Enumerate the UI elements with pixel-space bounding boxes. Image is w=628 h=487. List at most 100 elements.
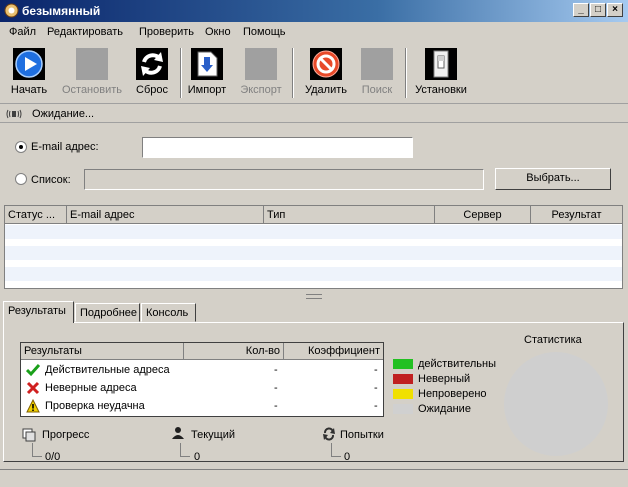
status-text: Ожидание...: [32, 108, 95, 120]
legend-swatch-invalid: [393, 374, 413, 384]
progress-value: 0/0: [45, 451, 61, 463]
table-row[interactable]: [5, 246, 622, 260]
bottom-status-bar: [0, 469, 628, 487]
stop-label: Остановить: [61, 84, 123, 96]
maximize-button[interactable]: □: [590, 3, 606, 17]
current-value: 0: [194, 451, 201, 463]
user-icon: [172, 427, 184, 439]
menu-bar: Файл Редактировать Проверить Окно Помощь: [0, 22, 628, 42]
legend-swatch-waiting: [393, 404, 413, 414]
legend-label-invalid: Неверный: [418, 373, 471, 385]
menu-window[interactable]: Окно: [205, 26, 231, 38]
title-bar[interactable]: безымянный _ □ ×: [0, 0, 628, 22]
summary-coefficient: -: [374, 364, 378, 376]
delete-button[interactable]: Удалить: [302, 46, 350, 100]
column-header-status[interactable]: Статус ...: [5, 206, 67, 224]
tab-details[interactable]: Подробнее: [75, 303, 140, 322]
no-entry-icon: [310, 48, 342, 80]
start-label: Начать: [10, 84, 48, 96]
minimize-button[interactable]: _: [573, 3, 589, 17]
progress-icon: [22, 428, 36, 442]
legend-swatch-valid: [393, 359, 413, 369]
tab-console[interactable]: Консоль: [141, 303, 196, 322]
settings-button[interactable]: Установки: [412, 46, 470, 100]
warning-icon: [26, 399, 40, 413]
column-header-server[interactable]: Сервер: [435, 206, 531, 224]
toolbar: Начать Остановить Сброс Импорт Экспорт У…: [0, 42, 628, 104]
table-row[interactable]: [5, 267, 622, 281]
summary-count: -: [274, 400, 278, 412]
reset-button[interactable]: Сброс: [130, 46, 174, 100]
menu-help[interactable]: Помощь: [243, 26, 286, 38]
list-label: Список:: [31, 174, 71, 186]
summary-count: -: [274, 382, 278, 394]
stop-icon: [76, 48, 108, 80]
reset-label: Сброс: [136, 84, 168, 96]
status-strip: Ожидание...: [0, 105, 628, 123]
import-label: Импорт: [187, 84, 227, 96]
legend-swatch-unchecked: [393, 389, 413, 399]
results-summary-table: Результаты Кол-во Коэффициент Действител…: [20, 342, 384, 417]
toolbar-separator: [180, 48, 182, 98]
column-header-email[interactable]: E-mail адрес: [67, 206, 264, 224]
attempts-value: 0: [344, 451, 351, 463]
summary-header-count: Кол-во: [184, 343, 284, 360]
window-title: безымянный: [22, 4, 101, 18]
menu-edit[interactable]: Редактировать: [47, 26, 123, 38]
import-icon: [191, 48, 223, 80]
delete-label: Удалить: [305, 84, 347, 96]
tree-connector: [331, 443, 341, 457]
current-label: Текущий: [191, 429, 235, 441]
summary-label: Неверные адреса: [45, 382, 137, 394]
search-icon: [361, 48, 393, 80]
signal-icon: [6, 109, 22, 119]
tree-connector: [32, 443, 42, 457]
menu-file[interactable]: Файл: [9, 26, 36, 38]
email-label: E-mail адрес:: [31, 141, 99, 153]
list-radio[interactable]: [15, 173, 27, 185]
app-icon: [4, 3, 19, 18]
settings-label: Установки: [415, 84, 467, 96]
search-button[interactable]: Поиск: [356, 46, 398, 100]
play-icon: [13, 48, 45, 80]
summary-count: -: [274, 364, 278, 376]
progress-label: Прогресс: [42, 429, 90, 441]
stop-button[interactable]: Остановить: [60, 46, 124, 100]
menu-check[interactable]: Проверить: [139, 26, 194, 38]
column-header-type[interactable]: Тип: [264, 206, 435, 224]
start-button[interactable]: Начать: [6, 46, 52, 100]
statistics-title: Статистика: [524, 334, 582, 346]
refresh-icon: [136, 48, 168, 80]
summary-label: Проверка неудачна: [45, 400, 145, 412]
choose-button[interactable]: Выбрать...: [495, 168, 611, 190]
cross-icon: [26, 381, 40, 395]
summary-label: Действительные адреса: [45, 364, 170, 376]
legend-label-valid: действительны: [418, 358, 497, 370]
close-button[interactable]: ×: [607, 3, 623, 17]
summary-header-results: Результаты: [21, 343, 184, 360]
attempts-label: Попытки: [340, 429, 384, 441]
search-label: Поиск: [361, 84, 393, 96]
summary-coefficient: -: [374, 382, 378, 394]
retry-icon: [323, 427, 335, 441]
summary-row-valid: Действительные адреса - -: [21, 361, 383, 379]
summary-row-invalid: Неверные адреса - -: [21, 379, 383, 397]
splitter-grip[interactable]: [306, 294, 322, 299]
legend-label-waiting: Ожидание: [418, 403, 471, 415]
import-button[interactable]: Импорт: [186, 46, 228, 100]
list-input[interactable]: [84, 169, 484, 190]
summary-header-coefficient: Коэффициент: [284, 343, 383, 360]
switch-icon: [425, 48, 457, 80]
legend-label-unchecked: Непроверено: [418, 388, 487, 400]
export-label: Экспорт: [240, 84, 282, 96]
table-row[interactable]: [5, 225, 622, 239]
export-button[interactable]: Экспорт: [236, 46, 286, 100]
email-input[interactable]: [142, 137, 413, 158]
results-grid[interactable]: Статус ... E-mail адрес Тип Сервер Резул…: [4, 205, 623, 289]
email-radio[interactable]: [15, 141, 27, 153]
summary-row-failed: Проверка неудачна - -: [21, 397, 383, 415]
summary-coefficient: -: [374, 400, 378, 412]
tab-results[interactable]: Результаты: [3, 301, 74, 323]
column-header-result[interactable]: Результат: [531, 206, 622, 224]
statistics-pie: [504, 352, 608, 456]
